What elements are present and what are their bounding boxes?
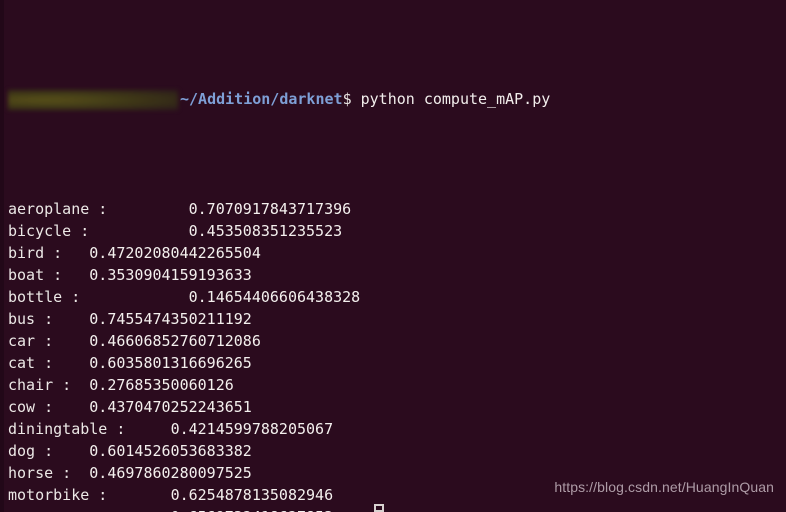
class-label: diningtable : — [8, 420, 126, 438]
class-ap-row: aeroplane : 0.7070917843717396 — [8, 198, 786, 220]
class-ap-row: cow : 0.4370470252243651 — [8, 396, 786, 418]
class-ap-value: 0.4370470252243651 — [89, 398, 252, 416]
prompt-text: ~/Addition/darknet$ python compute_mAP.p… — [180, 88, 550, 110]
csdn-watermark: https://blog.csdn.net/HuangInQuan — [554, 479, 774, 495]
class-label: aeroplane : — [8, 200, 108, 218]
class-ap-value: 0.4214599788205067 — [170, 420, 334, 438]
class-label: car : — [8, 332, 54, 350]
class-label: boat : — [8, 266, 63, 284]
prompt-path: ~/Addition/darknet — [180, 90, 343, 108]
class-ap-value: 0.7455474350211192 — [89, 310, 252, 328]
class-ap-value: 0.3530904159193633 — [89, 266, 252, 284]
column-spacer — [89, 222, 188, 240]
class-ap-row: bicycle : 0.453508351235523 — [8, 220, 786, 242]
class-label: bottle : — [8, 288, 81, 306]
class-ap-value: 0.6569732418627853 — [171, 508, 334, 512]
class-label: bird : — [8, 244, 63, 262]
column-spacer — [107, 486, 170, 504]
terminal-screen: ~/Addition/darknet$ python compute_mAP.p… — [8, 0, 786, 512]
prompt-dollar: $ — [342, 90, 352, 108]
column-spacer — [107, 200, 188, 218]
text-cursor — [374, 504, 384, 512]
column-spacer — [71, 464, 89, 482]
column-spacer — [53, 442, 89, 460]
class-ap-row: boat : 0.3530904159193633 — [8, 264, 786, 286]
column-spacer — [62, 266, 89, 284]
column-spacer — [53, 354, 89, 372]
class-ap-value: 0.6035801316696265 — [89, 354, 252, 372]
class-ap-row: bottle : 0.14654406606438328 — [8, 286, 786, 308]
shell-prompt-line: ~/Addition/darknet$ python compute_mAP.p… — [8, 88, 786, 110]
class-ap-value: 0.4697860280097525 — [89, 464, 252, 482]
class-label: person : — [8, 508, 80, 512]
class-label: cat : — [8, 354, 54, 372]
class-ap-row: cat : 0.6035801316696265 — [8, 352, 786, 374]
column-spacer — [125, 420, 170, 438]
class-label: horse : — [8, 464, 72, 482]
class-label: dog : — [8, 442, 54, 460]
class-ap-value: 0.6254878135082946 — [170, 486, 334, 504]
class-label: cow : — [8, 398, 54, 416]
class-ap-value: 0.46606852760712086 — [89, 332, 261, 350]
class-ap-rows: aeroplane : 0.7070917843717396 bicycle : … — [8, 198, 786, 512]
class-label: bicycle : — [8, 222, 90, 240]
redacted-username-host — [8, 90, 178, 110]
class-ap-row: diningtable : 0.4214599788205067 — [8, 418, 786, 440]
class-ap-row: dog : 0.6014526053683382 — [8, 440, 786, 462]
class-label: bus : — [8, 310, 54, 328]
class-label: motorbike : — [8, 486, 108, 504]
class-ap-row: chair : 0.27685350060126 — [8, 374, 786, 396]
column-spacer — [53, 398, 89, 416]
column-spacer — [53, 310, 89, 328]
class-ap-row: person : 0.6569732418627853 — [8, 506, 786, 512]
class-ap-row: car : 0.46606852760712086 — [8, 330, 786, 352]
terminal-left-gutter — [0, 0, 4, 512]
column-spacer — [71, 376, 89, 394]
column-spacer — [80, 508, 170, 512]
class-ap-value: 0.27685350060126 — [89, 376, 234, 394]
class-ap-value: 0.6014526053683382 — [89, 442, 252, 460]
class-ap-value: 0.7070917843717396 — [188, 200, 352, 218]
prompt-command: python compute_mAP.py — [351, 90, 551, 108]
class-ap-value: 0.47202080442265504 — [89, 244, 261, 262]
column-spacer — [62, 244, 89, 262]
terminal-window[interactable]: ~/Addition/darknet$ python compute_mAP.p… — [0, 0, 786, 512]
class-ap-value: 0.14654406606438328 — [188, 288, 361, 306]
class-ap-row: bus : 0.7455474350211192 — [8, 308, 786, 330]
column-spacer — [80, 288, 188, 306]
class-ap-row: bird : 0.47202080442265504 — [8, 242, 786, 264]
class-label: chair : — [8, 376, 72, 394]
column-spacer — [53, 332, 89, 350]
class-ap-value: 0.453508351235523 — [188, 222, 343, 240]
